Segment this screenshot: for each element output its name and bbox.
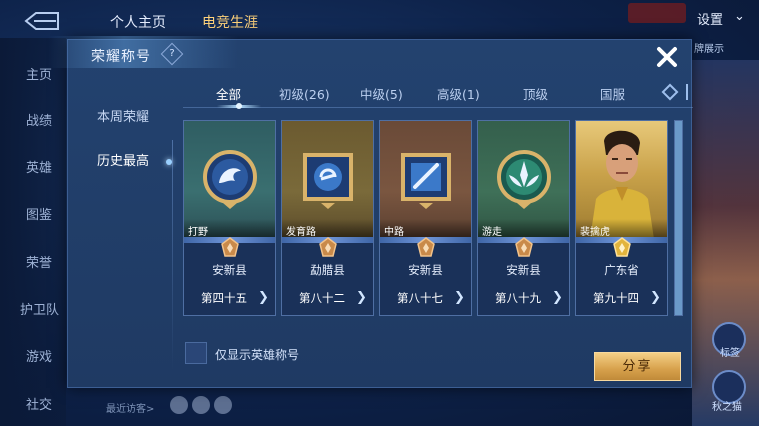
gold-medal-icon — [613, 237, 631, 257]
chevron-right-icon[interactable]: ❯ — [356, 290, 367, 305]
card-rank: 第四十五 — [201, 291, 247, 305]
bronze-medal-icon — [221, 237, 239, 257]
card-rank: 第八十二 — [299, 291, 345, 305]
sidebar-item-gallery[interactable]: 图鉴 — [26, 204, 52, 223]
diamond-icon[interactable] — [661, 83, 679, 101]
background-bottom-bar: 最近访客> — [66, 392, 692, 426]
bg-display-label: 牌展示 — [694, 44, 724, 55]
notice-banner — [628, 3, 686, 23]
background-top-bar: 个人主页 电竞生涯 设置 ⌄ — [0, 0, 759, 38]
visitor-avatar[interactable] — [214, 396, 232, 414]
close-icon[interactable] — [654, 44, 680, 70]
tier-tabs: 全部 初级(26) 中级(5) 高级(1) 顶级 国服 — [183, 78, 693, 109]
side-nav-weekly-honor[interactable]: 本周荣耀 — [68, 104, 180, 132]
bronze-medal-icon — [515, 237, 533, 257]
share-button[interactable]: 分享 — [594, 352, 681, 381]
card-rank: 第八十九 — [495, 291, 541, 305]
bronze-medal-icon — [319, 237, 337, 257]
sidebar-item-record[interactable]: 战绩 — [26, 110, 52, 129]
recent-visitors-link[interactable]: 最近访客> — [106, 400, 154, 415]
sidebar-item-guard[interactable]: 护卫队 — [20, 299, 59, 318]
card-role-label: 中路 — [380, 219, 471, 239]
badge-label: 标签 — [720, 348, 740, 359]
chevron-right-icon[interactable]: ❯ — [454, 290, 465, 305]
visitor-avatar[interactable] — [192, 396, 210, 414]
card-role-label: 游走 — [478, 219, 569, 239]
next-card-peek — [674, 120, 683, 316]
honor-title-modal: 荣耀称号 ? 本周荣耀 历史最高 全部 初级(26) 中级(5) 高级(1) 顶… — [48, 36, 693, 388]
card-region: 安新县 — [212, 263, 247, 277]
sidebar-item-games[interactable]: 游戏 — [26, 346, 52, 365]
title-card[interactable]: 裴擒虎 广东省 第九十四 ❯ — [575, 120, 668, 316]
title-card[interactable]: 游走 安新县 第八十九 ❯ — [477, 120, 570, 316]
card-role-label: 裴擒虎 — [576, 219, 667, 239]
modal-title: 荣耀称号 — [91, 49, 151, 65]
card-rank: 第九十四 — [593, 291, 639, 305]
tab-all[interactable]: 全部 — [216, 84, 241, 103]
settings-button[interactable]: 设置 — [697, 9, 723, 28]
tab-national[interactable]: 国服 — [600, 84, 625, 103]
hero-title-checkbox[interactable] — [185, 342, 207, 364]
tab-advanced[interactable]: 高级(1) — [437, 84, 480, 103]
active-tab-indicator — [217, 103, 261, 109]
card-rank-row: 第八十九 ❯ — [478, 287, 569, 309]
chevron-down-icon[interactable]: ⌄ — [734, 9, 745, 24]
background-sidebar: 主页 战绩 英雄 图鉴 荣誉 护卫队 游戏 社交 — [0, 38, 66, 426]
sidebar-item-social[interactable]: 社交 — [26, 394, 52, 413]
tab-beginner[interactable]: 初级(26) — [279, 84, 330, 103]
bg-tab-esports[interactable]: 电竞生涯 — [202, 12, 258, 32]
bronze-medal-icon — [417, 237, 435, 257]
chevron-right-icon[interactable]: ❯ — [552, 290, 563, 305]
chevron-right-icon[interactable]: ❯ — [650, 290, 661, 305]
cat-badge-label: 秋之猫 — [712, 402, 742, 413]
bg-tab-profile[interactable]: 个人主页 — [110, 12, 166, 32]
back-icon[interactable] — [22, 10, 62, 32]
card-region: 广东省 — [604, 263, 639, 277]
card-rank-row: 第八十七 ❯ — [380, 287, 471, 309]
side-divider — [172, 140, 173, 370]
card-region: 安新县 — [506, 263, 541, 277]
card-rank: 第八十七 — [397, 291, 443, 305]
card-role-label: 发育路 — [282, 219, 373, 239]
card-region: 安新县 — [408, 263, 443, 277]
dragon-emblem-icon — [203, 150, 257, 209]
tab-intermediate[interactable]: 中级(5) — [360, 84, 403, 103]
support-emblem-icon — [497, 150, 551, 209]
mage-emblem-icon — [401, 153, 451, 209]
scroll-indicator — [686, 84, 688, 100]
title-card[interactable]: 中路 安新县 第八十七 ❯ — [379, 120, 472, 316]
title-card-list: 打野 安新县 第四十五 ❯ 发育路 勐腊县 第八十二 ❯ 中路 安新县 第八十七… — [183, 120, 683, 316]
tab-top[interactable]: 顶级 — [523, 84, 548, 103]
title-card[interactable]: 发育路 勐腊县 第八十二 ❯ — [281, 120, 374, 316]
side-nav-history-best[interactable]: 历史最高 — [68, 148, 180, 176]
card-rank-row: 第四十五 ❯ — [184, 287, 275, 309]
card-rank-row: 第九十四 ❯ — [576, 287, 667, 309]
visitor-avatar[interactable] — [170, 396, 188, 414]
chevron-right-icon[interactable]: ❯ — [258, 290, 269, 305]
card-role-label: 打野 — [184, 219, 275, 239]
marksman-emblem-icon — [303, 153, 353, 209]
sidebar-item-honor[interactable]: 荣誉 — [26, 252, 52, 271]
card-region: 勐腊县 — [310, 263, 345, 277]
card-rank-row: 第八十二 ❯ — [282, 287, 373, 309]
sidebar-item-heroes[interactable]: 英雄 — [26, 157, 52, 176]
hero-title-filter-label: 仅显示英雄称号 — [215, 348, 300, 362]
title-card[interactable]: 打野 安新县 第四十五 ❯ — [183, 120, 276, 316]
